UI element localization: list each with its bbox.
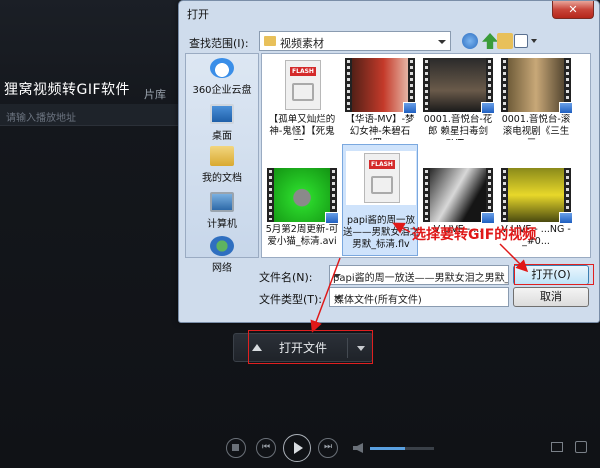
- file-item[interactable]: 5月第2周更新-可爱小猫_标清.avi: [264, 166, 340, 252]
- annotation-text: 选择要转GIF的视频: [412, 227, 537, 243]
- file-item[interactable]: FLASH 【孤单又灿烂的神-鬼怪】【死鬼CP...: [264, 56, 340, 142]
- fullscreen-icon[interactable]: [575, 441, 587, 453]
- filetype-value: 媒体文件(所有文件): [334, 295, 422, 306]
- file-name: 0001.音悦台-滚滚电视剧《三生三...: [501, 114, 571, 140]
- chevron-down-icon: [438, 40, 446, 44]
- place-network[interactable]: 网络: [186, 236, 258, 274]
- file-name: 5月第2周更新-可爱小猫_标清.avi: [265, 224, 339, 247]
- next-icon[interactable]: ⏭: [318, 438, 338, 458]
- highlight-box-open-button: [514, 264, 594, 285]
- lookin-value: 视频素材: [280, 37, 324, 50]
- address-placeholder: 请输入播放地址: [6, 113, 76, 124]
- video-thumbnail: [501, 168, 573, 224]
- place-documents[interactable]: 我的文档: [186, 146, 258, 184]
- address-input[interactable]: 请输入播放地址: [0, 104, 182, 126]
- computer-icon: [210, 192, 234, 212]
- previous-icon[interactable]: ⏮: [256, 438, 276, 458]
- cloud-icon: [210, 58, 234, 78]
- stop-icon[interactable]: [226, 438, 246, 458]
- video-thumbnail: [267, 168, 339, 224]
- place-label: 桌面: [212, 131, 232, 142]
- file-item[interactable]: 0001.音悦台-滚滚电视剧《三生三...: [498, 56, 574, 142]
- new-folder-icon[interactable]: [497, 33, 513, 49]
- view-menu-arrow-icon[interactable]: [531, 39, 537, 43]
- video-thumbnail: [423, 168, 495, 224]
- highlight-box-open-file: [248, 330, 373, 364]
- place-label: 网络: [212, 263, 232, 274]
- back-icon[interactable]: [462, 33, 478, 49]
- app-title: 狸窝视频转GIF软件: [4, 82, 131, 98]
- file-name: 0001.音悦台-花郎 赖星扫毒剑CUT...: [423, 114, 493, 140]
- places-bar: 360企业云盘 桌面 我的文档 计算机 网络: [185, 53, 259, 274]
- desktop-icon: [210, 104, 234, 124]
- file-name: 【孤单又灿烂的神-鬼怪】【死鬼CP...: [268, 114, 336, 140]
- up-folder-icon[interactable]: [482, 33, 498, 49]
- close-button[interactable]: ✕: [552, 1, 594, 19]
- filetype-select[interactable]: 媒体文件(所有文件): [329, 287, 509, 307]
- filetype-label: 文件类型(T):: [259, 293, 323, 306]
- volume-icon[interactable]: [353, 443, 363, 453]
- place-cloud[interactable]: 360企业云盘: [186, 58, 258, 96]
- file-item[interactable]: 【华语-MV】-梦幻女神-朱碧石(罗...: [342, 56, 418, 142]
- library-tab[interactable]: 片库: [144, 86, 166, 102]
- network-icon: [210, 236, 234, 256]
- play-icon[interactable]: [283, 434, 311, 462]
- volume-slider[interactable]: [370, 447, 434, 450]
- cancel-button[interactable]: 取消: [513, 287, 589, 307]
- lookin-label: 查找范围(I):: [189, 37, 249, 50]
- volume-level: [370, 447, 406, 450]
- place-desktop[interactable]: 桌面: [186, 104, 258, 142]
- file-item[interactable]: 0001.音悦台-花郎 赖星扫毒剑CUT...: [420, 56, 496, 142]
- lookin-select[interactable]: 视频素材: [259, 31, 451, 51]
- chevron-down-icon[interactable]: [333, 274, 341, 278]
- filename-value: papi酱的周一放送——男默女泪之男默_标: [333, 273, 509, 284]
- file-item-selected[interactable]: FLASH papi酱的周一放送——男默女泪之男默_标清.flv: [342, 144, 419, 256]
- chevron-down-icon: [334, 296, 342, 300]
- place-label: 360企业云盘: [192, 85, 252, 96]
- folder-icon: [264, 36, 276, 46]
- screen-icon[interactable]: [551, 442, 563, 452]
- documents-icon: [210, 146, 234, 166]
- file-name: 【华语-MV】-梦幻女神-朱碧石(罗...: [345, 114, 415, 140]
- flash-file-icon: FLASH: [267, 58, 337, 112]
- flash-file-icon: FLASH: [346, 151, 416, 205]
- playback-controls: ⏮ ⏭: [0, 432, 600, 468]
- filename-label: 文件名(N):: [259, 271, 313, 284]
- view-menu-icon[interactable]: [514, 34, 528, 48]
- place-computer[interactable]: 计算机: [186, 192, 258, 230]
- file-name: papi酱的周一放送——男默女泪之男默_标清.flv: [343, 215, 419, 250]
- video-thumbnail: [345, 58, 417, 114]
- filename-input[interactable]: papi酱的周一放送——男默女泪之男默_标: [329, 265, 509, 285]
- video-thumbnail: [501, 58, 573, 114]
- place-label: 我的文档: [202, 173, 242, 184]
- place-label: 计算机: [207, 219, 237, 230]
- video-thumbnail: [423, 58, 495, 114]
- dialog-title: 打开: [187, 8, 209, 21]
